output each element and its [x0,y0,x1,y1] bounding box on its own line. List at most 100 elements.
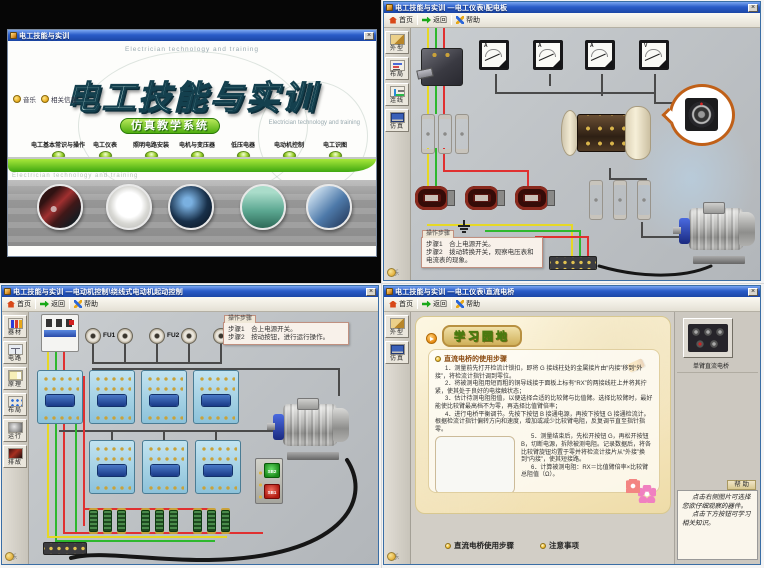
starting-resistor[interactable] [117,510,126,532]
help-button[interactable]: 帮助 [456,15,480,25]
fuse-holder[interactable] [455,114,469,154]
titlebar[interactable]: 电工技能与实训 —电动机控制\绕线式电动机起动控制 × [2,286,378,297]
splash-body: Electrician technology and training 电工技能… [8,41,376,256]
titlebar[interactable]: 电工技能与实训 —电工仪表\直流电桥 × [384,286,760,297]
current-transformer-3[interactable] [515,184,555,212]
back-button[interactable]: 返回 [40,299,65,309]
contactor[interactable] [89,370,135,424]
rotary-switch[interactable] [561,102,657,164]
current-transformer-1[interactable] [415,184,455,212]
home-button[interactable]: 首页 [389,299,413,309]
terminal-strip[interactable] [549,256,597,270]
fuse-holder[interactable] [613,180,627,220]
link-usage-steps[interactable]: 直流电桥使用步骤 [445,540,514,551]
terminal-strip[interactable] [43,542,87,555]
sidebar-item-layout[interactable]: 布局 [3,393,27,416]
motor[interactable] [673,202,759,266]
fuse[interactable] [85,328,101,344]
relay[interactable] [89,440,135,494]
ground-symbol [457,220,471,233]
starting-resistor[interactable] [169,510,178,532]
motor-icon [8,422,23,433]
sidebar-item-run[interactable]: 运行 [3,419,27,442]
monitor-icon [390,344,405,355]
music-button[interactable]: 音乐 [5,552,17,561]
back-button[interactable]: 返回 [422,15,447,25]
info-button[interactable]: 相关信息 [41,94,77,104]
motor[interactable] [267,398,353,462]
fuse[interactable] [149,328,165,344]
ammeter-2[interactable]: A [533,40,563,70]
music-button[interactable]: 音乐 [387,268,399,277]
help-button[interactable]: 帮助 [74,299,98,309]
fuse-holder[interactable] [421,114,435,154]
breaker-handle[interactable] [416,67,434,79]
wire [92,344,94,362]
help-tab: 帮 助 [727,480,756,490]
circuit-breaker[interactable] [41,314,79,352]
close-icon[interactable]: × [366,288,376,296]
contactor[interactable] [141,370,187,424]
operation-steps-box: 操作步骤 步骤1 合上电源开关。 步骤2 按动按钮，进行运行操作。 [223,322,349,345]
stop-button[interactable]: SB1 [264,484,280,499]
sidebar-item-simulate[interactable]: 仿真 [385,341,409,364]
help-icon [456,16,464,24]
start-button[interactable]: SB2 [264,463,280,478]
contactor[interactable] [37,370,83,424]
sidebar: 外型 布局 连线 仿真 [384,28,411,280]
fuse[interactable] [117,328,133,344]
sidebar-item-wiring[interactable]: 连线 [385,83,409,106]
close-icon[interactable]: × [364,32,374,40]
link-precautions[interactable]: 注意事项 [540,540,579,551]
tagline-faint: Electrician technology and training [12,173,138,179]
contactor-nameplate [202,395,230,406]
starting-resistor[interactable] [103,510,112,532]
close-icon[interactable]: × [748,4,758,12]
sidebar-item-simulate[interactable]: 仿真 [385,109,409,132]
sidebar-item-troubleshoot[interactable]: 排故 [3,445,27,468]
station-terminals [257,465,262,499]
home-button[interactable]: 首页 [389,15,413,25]
sidebar-item-principle[interactable]: 原理 [3,367,27,390]
music-button[interactable]: 音乐 [13,94,36,104]
tools-icon [8,448,23,459]
flower-decor [626,479,640,493]
simulation-canvas[interactable]: A A A V 操作步骤 [411,28,760,280]
contactor[interactable] [193,370,239,424]
starting-resistor[interactable] [207,510,216,532]
simulation-canvas[interactable]: FU1 FU2 SB2SB1 [29,312,378,564]
switch-knob-closeup[interactable] [685,98,718,131]
sidebar-item-appearance[interactable]: 外型 [385,315,409,338]
circuit-breaker[interactable] [421,48,463,86]
sidebar-item-equipment[interactable]: 器材 [3,315,27,338]
fuse-holder[interactable] [637,180,651,220]
ammeter-1[interactable]: A [479,40,509,70]
titlebar[interactable]: 电工技能与实训 —电工仪表\配电板 × [384,2,760,13]
contactor-terminals [41,383,79,391]
sidebar-item-circuit[interactable]: 电路 [3,341,27,364]
starting-resistor[interactable] [193,510,202,532]
splash-titlebar[interactable]: 电工技能与实训 × [8,30,376,41]
starting-resistor[interactable] [89,510,98,532]
contactor-nameplate [98,395,126,406]
sidebar-item-layout[interactable]: 布局 [385,57,409,80]
starting-resistor[interactable] [141,510,150,532]
relay[interactable] [195,440,241,494]
help-button[interactable]: 帮助 [456,299,480,309]
fuse-holder[interactable] [438,114,452,154]
current-transformer-2[interactable] [465,184,505,212]
voltmeter[interactable]: V [639,40,669,70]
fuse[interactable] [181,328,197,344]
sidebar-item-appearance[interactable]: 外型 [385,31,409,54]
fuse-holder[interactable] [589,180,603,220]
starting-resistor[interactable] [221,510,230,532]
photo-band: 研制：大连海事大学信息工程学院信息教育技术研究所 出版：高等教育出版社 高等教育… [8,180,376,246]
music-button[interactable]: 音乐 [387,552,399,561]
relay[interactable] [142,440,188,494]
device-thumbnail-button[interactable] [683,318,733,358]
starting-resistor[interactable] [155,510,164,532]
home-button[interactable]: 首页 [7,299,31,309]
ammeter-3[interactable]: A [585,40,615,70]
back-button[interactable]: 返回 [422,299,447,309]
close-icon[interactable]: × [748,288,758,296]
